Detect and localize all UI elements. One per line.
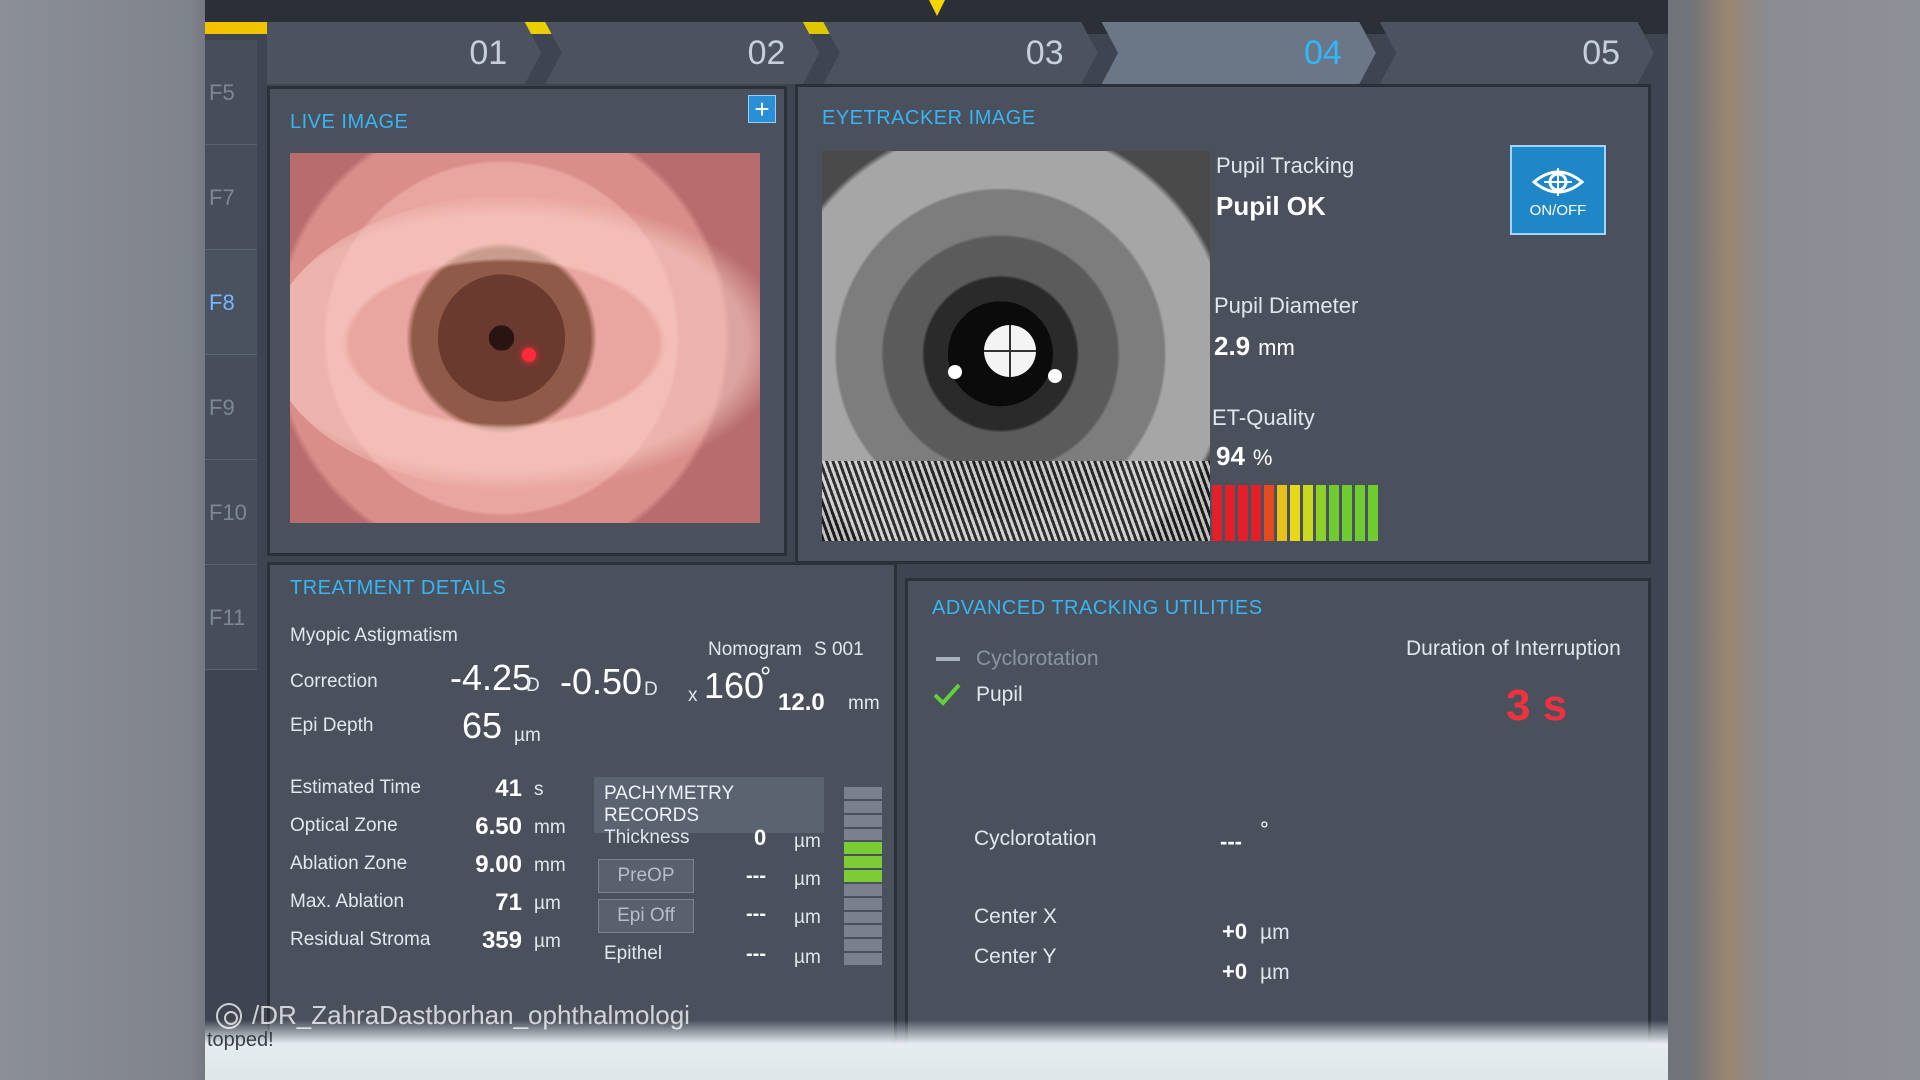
sphere-value: -4.25 [450,657,533,698]
treatment-details-panel: TREATMENT DETAILS Myopic Astigmatism Nom… [267,562,897,1062]
cyclorotation-label: Cyclorotation [974,827,1097,850]
pupil-status: Pupil OK [1216,191,1326,221]
quality-segment [1251,485,1261,541]
fkey-f10[interactable]: F10 [205,460,257,565]
pachymetry-scale [844,787,882,967]
laser-console-screen: F5 F7 F8 F9 F10 F11 01 02 03 04 05 LIVE … [205,0,1668,1080]
live-image-panel: LIVE IMAGE + [267,86,787,556]
pupil-diameter-value: 2.9 mm [1214,331,1295,361]
center-x-label: Center X [974,905,1057,928]
epithel-label: Epithel [604,943,663,964]
et-quality-label: ET-Quality [1212,405,1315,430]
cyclorotation-value: --- [1220,829,1242,854]
thickness-label: Thickness [604,827,690,848]
quality-segment [1303,485,1313,541]
fkey-f7[interactable]: F7 [205,145,257,250]
cylinder-value: -0.50 [560,661,643,702]
quality-segment [1355,485,1365,541]
quality-segment [1368,485,1378,541]
pupil-toggle[interactable]: Pupil [932,681,1132,715]
et-quality-meter [1212,485,1381,541]
crosshair-icon [984,325,1036,377]
pupil-tracking-label: Pupil Tracking [1216,153,1355,178]
advanced-tracking-panel: ADVANCED TRACKING UTILITIES Cyclorotatio… [905,578,1651,1078]
treatment-details-title: TREATMENT DETAILS [290,577,507,599]
pachymetry-title: PACHYMETRY RECORDS [594,777,824,833]
checkmark-icon [933,683,961,706]
epi-depth-label: Epi Depth [290,715,374,736]
interruption-label: Duration of Interruption [1406,637,1621,660]
pachymetry-records: PACHYMETRY RECORDS Thickness 0 µm PreOP … [594,777,824,977]
cyclorotation-toggle[interactable]: Cyclorotation [932,647,1132,677]
advanced-tracking-title: ADVANCED TRACKING UTILITIES [932,597,1263,619]
quality-segment [1238,485,1248,541]
dash-icon [936,657,960,661]
quality-segment [1329,485,1339,541]
quality-segment [1342,485,1352,541]
quality-segment [1225,485,1235,541]
function-key-sidebar: F5 F7 F8 F9 F10 F11 [205,40,257,670]
preop-button[interactable]: PreOP [598,859,694,893]
fkey-f9[interactable]: F9 [205,355,257,460]
epi-depth-value: 65 [462,705,503,746]
eye-icon [1531,167,1585,196]
live-eye-image [290,153,760,523]
step-01[interactable]: 01 [267,22,542,84]
treatment-type: Myopic Astigmatism [290,625,458,646]
pupil-diameter-label: Pupil Diameter [1214,293,1359,318]
quality-segment [1264,485,1274,541]
watermark: /DR_ZahraDastborhan_ophthalmologi [216,1000,690,1031]
thickness-value: 0 [754,825,767,850]
progress-marker [928,0,945,16]
step-05[interactable]: 05 [1379,22,1655,84]
eyetracker-title: EYETRACKER IMAGE [822,107,1036,129]
fkey-f5[interactable]: F5 [205,40,257,145]
nomogram-value: S 001 [814,639,864,660]
quality-segment [1212,485,1222,541]
nomogram-label: Nomogram [708,639,802,660]
tracking-onoff-button[interactable]: ON/OFF [1510,145,1606,235]
center-y-value: +0 [1222,959,1248,984]
step-04[interactable]: 04 [1101,22,1376,84]
step-03[interactable]: 03 [823,22,1098,84]
instagram-logo-icon [216,1002,242,1029]
workflow-steps: 01 02 03 04 05 [267,22,1658,84]
quality-segment [1277,485,1287,541]
center-x-value: +0 [1222,919,1248,944]
live-image-title: LIVE IMAGE [290,111,409,133]
eyetracker-panel: EYETRACKER IMAGE Pupil Tracking Pupil OK… [795,84,1651,564]
fkey-f8[interactable]: F8 [205,250,257,355]
zoom-plus-button[interactable]: + [748,95,776,123]
interruption-value: 3 s [1506,681,1568,730]
status-message: topped! [207,1029,274,1051]
onoff-label: ON/OFF [1529,201,1587,219]
quality-segment [1316,485,1326,541]
treatment-zone-value: 12.0 [778,689,825,716]
center-y-label: Center Y [974,945,1057,968]
axis-value: 160 [704,665,765,706]
eyetracker-image [822,151,1210,541]
fkey-f11[interactable]: F11 [205,565,257,670]
correction-label: Correction [290,671,378,692]
et-quality-value: 94% [1216,441,1273,471]
epi-off-button[interactable]: Epi Off [598,899,694,933]
quality-segment [1290,485,1300,541]
aiming-beam-dot [522,348,536,362]
step-02[interactable]: 02 [545,22,820,84]
